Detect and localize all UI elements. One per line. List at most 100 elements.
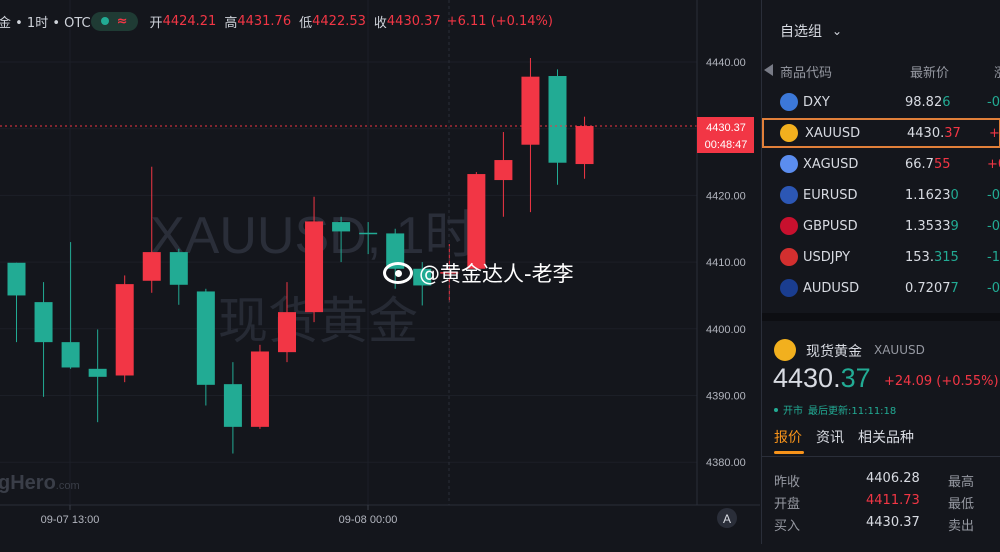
row-price: 98.826 (905, 94, 951, 110)
candle (115, 275, 134, 383)
watchlist-header[interactable]: 自选组 ⌄ (762, 0, 1000, 62)
weibo-handle: @黄金达人-老李 (419, 262, 574, 286)
watchlist-title[interactable]: 自选组 (780, 21, 822, 41)
low-value: 4422.53 (312, 13, 366, 29)
quote-row: 买入 4430.37 卖出 (774, 515, 1000, 537)
col-symbol[interactable]: 商品代码 (780, 62, 832, 81)
candle-body (467, 174, 486, 269)
quote-label-2: 卖出 (948, 519, 975, 534)
quote-label-2: 最高 (948, 475, 975, 490)
candle-body (359, 232, 378, 235)
y-tick-label: 4390.00 (706, 391, 746, 403)
market-status: 开市 最后更新:11:11:18 (774, 402, 896, 417)
auto-scale-icon[interactable]: A (723, 512, 731, 526)
row-price: 1.16230 (905, 187, 959, 203)
row-symbol: GBPUSD (803, 218, 858, 234)
candle-body (250, 351, 269, 427)
quote-row: 昨收 4406.28 最高 (774, 471, 1000, 493)
detail-change: +24.09 (+0.55%) (884, 374, 999, 389)
row-change: +0. (987, 156, 1000, 172)
weibo-icon (383, 262, 413, 284)
candle-body (548, 76, 567, 163)
last-price-label: 4430.37 (706, 122, 746, 134)
detail-symbol: XAUUSD (874, 343, 925, 357)
candle-body (115, 284, 134, 376)
candle-body (521, 76, 540, 145)
detail-name: 现货黄金 (806, 344, 862, 360)
row-symbol: DXY (803, 94, 830, 110)
quote-row: 开盘 4411.73 最低 (774, 493, 1000, 515)
symbol-title[interactable]: 金 • 1时 • OTC (0, 12, 91, 31)
weibo-watermark: @黄金达人-老李 (383, 258, 574, 288)
col-change[interactable]: 涨 (994, 62, 1000, 81)
col-price[interactable]: 最新价 (910, 62, 949, 81)
candle-body (223, 384, 242, 427)
quote-label: 开盘 (774, 497, 801, 512)
candle-body (196, 291, 215, 385)
tab-divider (762, 456, 1000, 457)
bar-countdown-label: 00:48:47 (705, 139, 748, 151)
xauusd-flag-icon (780, 124, 798, 142)
high-label: 高 (224, 15, 238, 31)
active-tab-indicator (774, 451, 804, 454)
dxy-flag-icon (780, 93, 798, 111)
collapse-arrow-icon[interactable] (764, 64, 773, 76)
watchlist-row-xagusd[interactable]: XAGUSD 66.755 +0. (762, 149, 1000, 179)
y-tick-label: 4380.00 (706, 457, 746, 469)
row-change: -0.00 (987, 280, 1000, 296)
x-tick-label: 09-07 13:00 (41, 514, 100, 526)
row-price: 66.755 (905, 156, 951, 172)
market-open-dot-icon (100, 17, 109, 25)
candle (467, 172, 486, 269)
chevron-down-icon[interactable]: ⌄ (832, 24, 842, 38)
detail-tabs: 报价 资讯 相关品种 (774, 427, 914, 447)
watchlist-row-eurusd[interactable]: EURUSD 1.16230 -0.00 (762, 180, 1000, 210)
quote-value: 4411.73 (866, 493, 920, 508)
watchlist-row-audusd[interactable]: AUDUSD 0.72077 -0.00 (762, 273, 1000, 303)
candle-body (575, 126, 594, 165)
y-tick-label: 4410.00 (706, 257, 746, 269)
quote-label: 买入 (774, 519, 801, 534)
candle-body (7, 262, 26, 296)
detail-price-main: 4430. (773, 363, 841, 393)
tab-related[interactable]: 相关品种 (858, 427, 914, 447)
approx-icon: ≈ (116, 13, 128, 29)
tab-quote[interactable]: 报价 (774, 427, 802, 447)
row-price: 0.72077 (905, 280, 959, 296)
candle-body (142, 252, 161, 281)
row-symbol: XAGUSD (803, 156, 859, 172)
quote-value: 4430.37 (866, 515, 920, 530)
y-tick-label: 4420.00 (706, 190, 746, 202)
candle (250, 344, 269, 429)
detail-price: 4430.37 (773, 363, 871, 394)
candlestick-chart[interactable]: XAUUSD, 1时 现货黄金 4440.004430.004420.00441… (0, 0, 760, 544)
open-label: 开 (149, 15, 163, 31)
chart-area[interactable]: XAUUSD, 1时 现货黄金 4440.004430.004420.00441… (0, 0, 760, 544)
right-panel: 自选组 ⌄ 商品代码 最新价 涨 DXY98.826-0.XAUUSD4430.… (761, 0, 1000, 544)
audusd-flag-icon (780, 279, 798, 297)
tab-news[interactable]: 资讯 (816, 427, 844, 447)
high-value: 4431.76 (237, 13, 292, 29)
y-tick-label: 4400.00 (706, 324, 746, 336)
row-symbol: XAUUSD (805, 125, 861, 141)
quote-label: 昨收 (774, 475, 801, 490)
candle-body (61, 342, 80, 368)
candle-body (332, 222, 351, 232)
quote-label-2: 最低 (948, 497, 975, 512)
eurusd-flag-icon (780, 186, 798, 204)
watchlist-row-xauusd[interactable]: XAUUSD 4430.37 +24 (762, 118, 1000, 148)
xagusd-flag-icon (780, 155, 798, 173)
change-value: +6.11 (+0.14%) (446, 13, 553, 29)
watchlist-row-usdjpy[interactable]: USDJPY 153.315 -1. (762, 242, 1000, 272)
row-symbol: AUDUSD (803, 280, 860, 296)
chart-legend: 金 • 1时 • OTC ≈ 开 4424.21 高 4431.76 低 442… (0, 8, 561, 34)
market-status-pill[interactable]: ≈ (90, 11, 138, 31)
candle-body (278, 312, 296, 353)
close-label: 收 (373, 15, 387, 31)
row-price: 153.315 (905, 249, 959, 265)
row-change: -0.00 (987, 187, 1000, 203)
watchlist-row-dxy[interactable]: DXY 98.826 -0. (762, 87, 1000, 117)
watchlist-row-gbpusd[interactable]: GBPUSD 1.35339 -0.00 (762, 211, 1000, 241)
row-change: -0. (987, 94, 1000, 110)
row-symbol: USDJPY (803, 249, 851, 265)
